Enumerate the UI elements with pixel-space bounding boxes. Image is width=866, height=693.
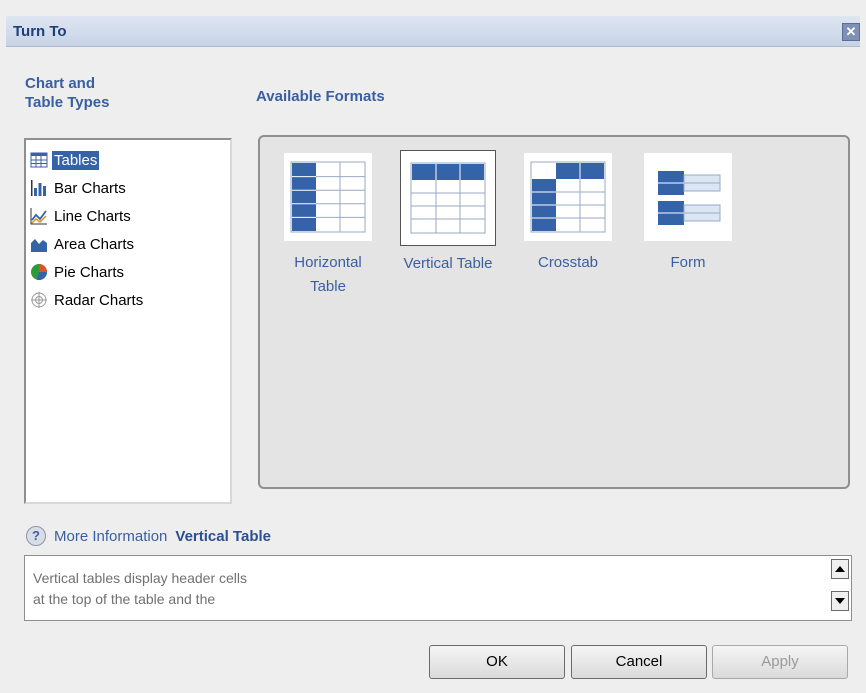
description-text: Vertical tables display header cells at … <box>33 568 803 610</box>
format-label: Vertical Table <box>403 255 493 272</box>
close-icon: ✕ <box>845 24 857 39</box>
chart-table-types-heading: Chart and Table Types <box>25 75 110 111</box>
chart-table-types-list[interactable]: Tables Bar Charts Line Charts Area Chart… <box>24 138 232 504</box>
available-formats-heading: Available Formats <box>256 88 385 105</box>
dialog-title: Turn To <box>13 23 67 40</box>
type-item-tables[interactable]: Tables <box>30 148 100 172</box>
format-label: Horizontal Table <box>294 254 362 295</box>
bar-chart-icon <box>31 180 46 196</box>
tables-icon <box>30 152 48 168</box>
area-chart-icon <box>31 239 47 252</box>
info-title: Vertical Table <box>175 527 271 545</box>
arrow-up-icon <box>835 566 845 572</box>
ok-button[interactable]: OK <box>429 645 565 679</box>
line-chart-icon <box>30 208 47 225</box>
form-icon <box>658 171 721 225</box>
dialog-titlebar: Turn To ✕ <box>6 16 860 47</box>
format-crosstab[interactable]: Crosstab <box>518 153 618 275</box>
type-item-line-charts[interactable]: Line Charts <box>30 204 133 228</box>
format-form[interactable]: Form <box>638 153 738 275</box>
format-horizontal-table[interactable]: Horizontal Table <box>278 153 378 299</box>
type-item-pie-charts[interactable]: Pie Charts <box>30 260 126 284</box>
format-label: Crosstab <box>537 254 599 271</box>
type-item-bar-charts[interactable]: Bar Charts <box>30 176 128 200</box>
help-icon[interactable]: ? <box>26 526 46 546</box>
cancel-button[interactable]: Cancel <box>571 645 707 679</box>
pie-chart-icon <box>31 264 48 281</box>
scroll-up-button[interactable] <box>831 559 849 579</box>
type-item-label: Bar Charts <box>54 179 126 197</box>
scroll-down-button[interactable] <box>831 591 849 611</box>
horizontal-table-icon <box>290 161 366 233</box>
type-item-label: Tables <box>52 150 100 170</box>
type-item-label: Line Charts <box>54 207 131 225</box>
crosstab-icon <box>530 161 606 233</box>
format-label: Form <box>670 254 706 271</box>
description-box[interactable]: Vertical tables display header cells at … <box>24 555 852 621</box>
available-formats-panel: Horizontal Table Vertical Table Crosstab <box>258 135 850 489</box>
vertical-table-icon <box>410 162 486 234</box>
info-row: ? More Information Vertical Table <box>26 526 271 546</box>
radar-chart-icon <box>31 292 47 308</box>
arrow-down-icon <box>835 598 845 604</box>
close-button[interactable]: ✕ <box>842 23 860 41</box>
type-item-label: Pie Charts <box>54 263 125 281</box>
type-item-label: Area Charts <box>54 235 135 253</box>
description-line: Vertical tables display header cells <box>33 570 248 586</box>
type-item-label: Radar Charts <box>54 291 144 309</box>
type-item-area-charts[interactable]: Area Charts <box>30 232 136 256</box>
apply-button[interactable]: Apply <box>712 645 848 679</box>
type-item-radar-charts[interactable]: Radar Charts <box>30 288 145 312</box>
format-vertical-table[interactable]: Vertical Table <box>398 150 498 276</box>
description-line: at the top of the table and the <box>33 591 216 607</box>
more-information-link[interactable]: More Information <box>54 528 167 545</box>
